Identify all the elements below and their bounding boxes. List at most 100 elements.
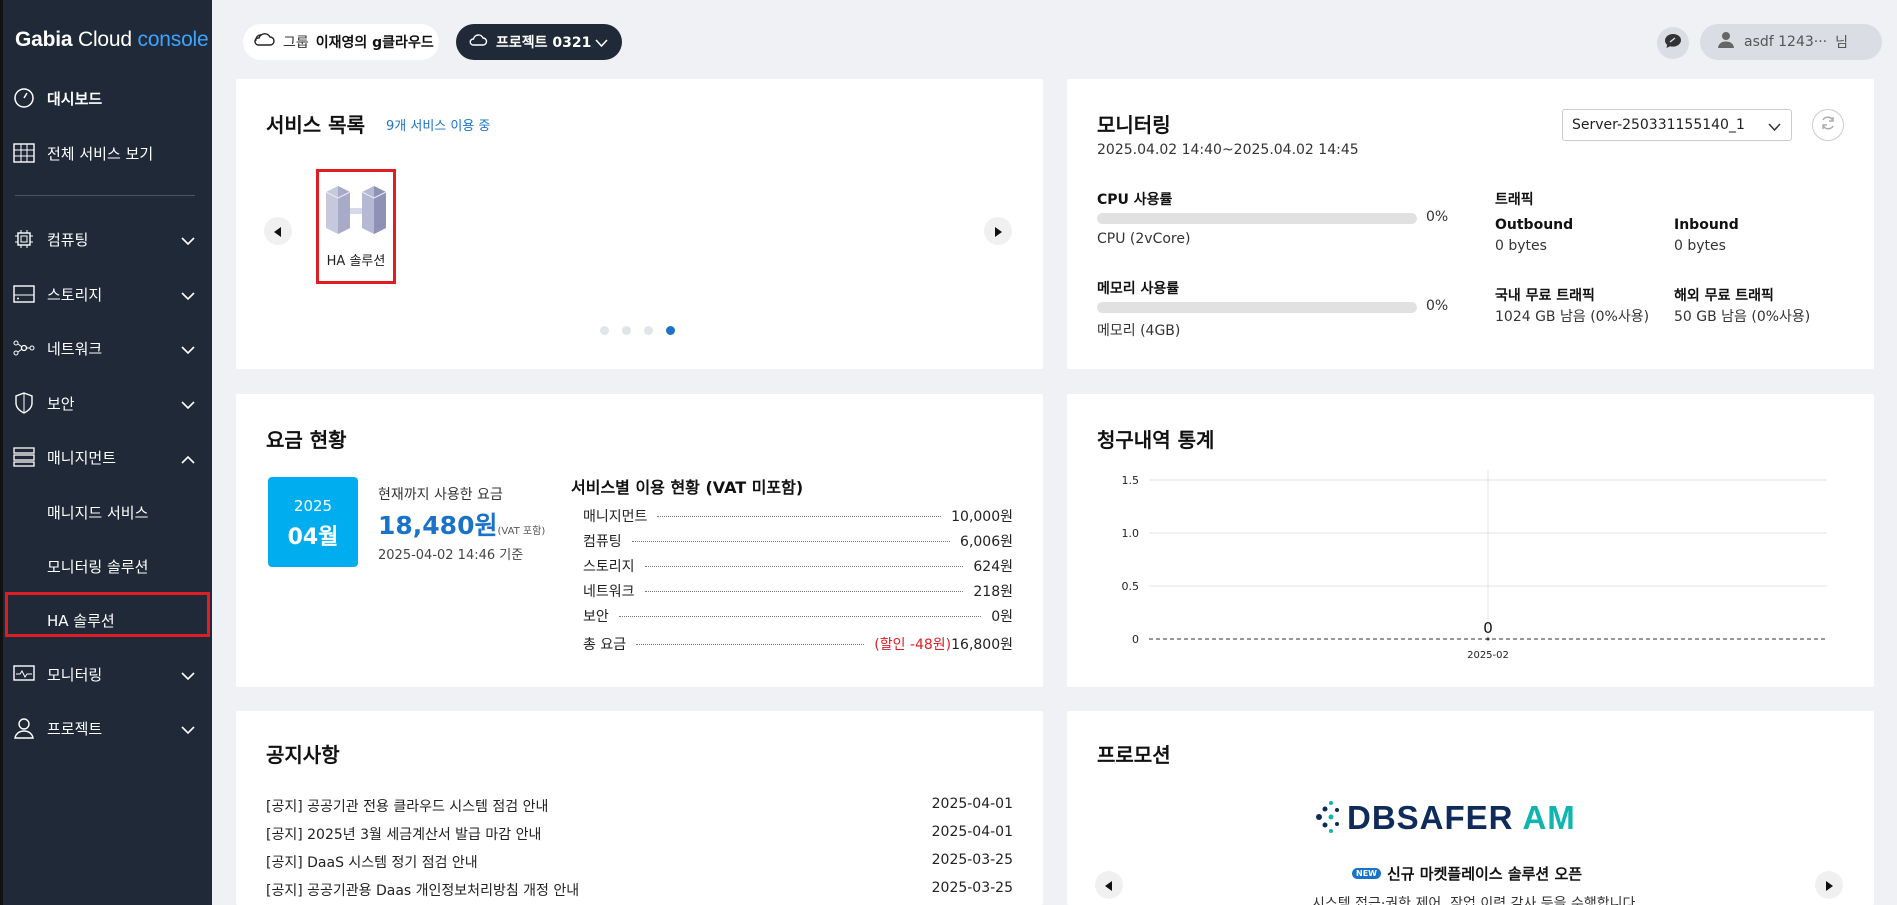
used-fee-amount: 18,480원(VAT 포함) bbox=[378, 506, 545, 542]
promotion-card: 프로모션 DBSAFER AM NEW 신규 마켓플레이스 솔루션 오픈 시스템 … bbox=[1067, 711, 1874, 905]
used-fee-label: 현재까지 사용한 요금 bbox=[378, 487, 503, 503]
notice-text: [공지] 공공기관 전용 클라우드 시스템 점검 안내 bbox=[266, 799, 549, 815]
chevron-down-icon bbox=[181, 396, 195, 414]
carousel-dot[interactable] bbox=[622, 326, 631, 335]
sidebar: Gabia Cloud console 대시보드 전체 서비스 보기 컴퓨팅 스… bbox=[0, 0, 212, 905]
notice-item[interactable]: [공지] 공공기관용 Daas 개인정보처리방침 개정 안내 2025-03-25 bbox=[266, 880, 1013, 900]
sidebar-subitem-managed-service[interactable]: 매니지드 서비스 bbox=[47, 502, 148, 523]
data-point bbox=[1486, 637, 1490, 641]
sidebar-item-label: 대시보드 bbox=[47, 89, 103, 108]
app-logo[interactable]: Gabia Cloud console bbox=[15, 28, 209, 52]
used-fee-value: 18,480원 bbox=[378, 511, 498, 540]
dbsafer-dots-logo-icon bbox=[1313, 797, 1343, 841]
dashboard-icon bbox=[11, 85, 37, 111]
fee-row-value: 218원 bbox=[973, 584, 1013, 600]
fee-row: 네트워크 218원 bbox=[583, 581, 1013, 601]
sidebar-item-dashboard[interactable]: 대시보드 bbox=[11, 78, 211, 118]
service-item-ha-solution[interactable]: HA 솔루션 bbox=[316, 169, 396, 284]
carousel-dot[interactable] bbox=[600, 326, 609, 335]
promo-next-button[interactable] bbox=[1815, 871, 1843, 899]
carousel-dot[interactable] bbox=[644, 326, 653, 335]
promo-brand-logo[interactable]: DBSAFER AM bbox=[1347, 799, 1576, 837]
ha-solution-icon bbox=[322, 178, 392, 244]
vat-note: (VAT 포함) bbox=[497, 526, 546, 537]
sidebar-item-label: 컴퓨팅 bbox=[47, 230, 89, 249]
sidebar-subitem-ha-solution[interactable]: HA 솔루션 bbox=[47, 610, 115, 631]
fee-row: 보안 0원 bbox=[583, 606, 1013, 626]
carousel-dot-active[interactable] bbox=[666, 326, 675, 335]
sidebar-item-network[interactable]: 네트워크 bbox=[11, 328, 211, 368]
logo-gabia: Gabia bbox=[15, 28, 73, 51]
sidebar-item-label: 보안 bbox=[47, 394, 75, 413]
sidebar-item-management[interactable]: 매니지먼트 bbox=[11, 437, 211, 477]
notice-text: [공지] 2025년 3월 세금계산서 발급 마감 안내 bbox=[266, 827, 542, 843]
notices-card: 공지사항 [공지] 공공기관 전용 클라우드 시스템 점검 안내 2025-04-… bbox=[236, 711, 1043, 905]
cloud-icon bbox=[468, 32, 488, 52]
service-count-link[interactable]: 9개 서비스 이용 중 bbox=[386, 115, 490, 134]
sidebar-subitem-monitoring-solution[interactable]: 모니터링 솔루션 bbox=[47, 556, 148, 577]
sidebar-item-all-services[interactable]: 전체 서비스 보기 bbox=[11, 133, 211, 173]
y-tick-label: 0.5 bbox=[1122, 580, 1140, 593]
new-badge: NEW bbox=[1352, 868, 1381, 879]
billing-as-of: 2025-04-02 14:46 기준 bbox=[378, 548, 524, 563]
chat-button[interactable] bbox=[1657, 27, 1689, 59]
notice-item[interactable]: [공지] 공공기관 전용 클라우드 시스템 점검 안내 2025-04-01 bbox=[266, 796, 1013, 816]
fee-total-row: 총 요금 (할인 -48원) 16,800원 bbox=[583, 634, 1013, 654]
chevron-down-icon bbox=[181, 667, 195, 685]
group-value: 이재영의 g클라우드 bbox=[315, 35, 434, 51]
x-tick-label: 2025-02 bbox=[1467, 650, 1509, 661]
chevron-down-icon bbox=[595, 36, 608, 52]
project-selector[interactable]: 프로젝트 0321 bbox=[456, 24, 622, 60]
arrow-left-icon bbox=[1105, 876, 1113, 895]
outbound-label: Outbound bbox=[1495, 217, 1574, 233]
promo-brand-db: DBSAFER bbox=[1347, 799, 1514, 836]
carousel-next-button[interactable] bbox=[984, 217, 1012, 245]
refresh-button[interactable] bbox=[1812, 109, 1844, 141]
cpu-spec: CPU (2vCore) bbox=[1097, 231, 1191, 247]
cloud-group-icon bbox=[253, 31, 275, 53]
fee-row-name: 매니지먼트 bbox=[583, 509, 648, 525]
promo-description: 시스템 접근·권한 제어, 작업 이력 감사 등을 수행합니다. bbox=[1312, 896, 1640, 905]
notice-item[interactable]: [공지] DaaS 시스템 정기 점검 안내 2025-03-25 bbox=[266, 852, 1013, 872]
arrow-left-icon bbox=[274, 222, 282, 241]
billing-month-badge: 2025 04월 bbox=[268, 477, 358, 567]
traffic-label: 트래픽 bbox=[1495, 192, 1534, 208]
server-select[interactable]: Server-250331155140_1 bbox=[1562, 109, 1792, 141]
fee-row-value: 0원 bbox=[991, 609, 1013, 625]
memory-usage-bar bbox=[1097, 302, 1417, 313]
sidebar-item-label: 프로젝트 bbox=[47, 719, 103, 738]
inbound-label: Inbound bbox=[1674, 217, 1739, 233]
fee-row-name: 컴퓨팅 bbox=[583, 534, 622, 550]
notice-item[interactable]: [공지] 2025년 3월 세금계산서 발급 마감 안내 2025-04-01 bbox=[266, 824, 1013, 844]
sidebar-item-computing[interactable]: 컴퓨팅 bbox=[11, 219, 211, 259]
sidebar-item-security[interactable]: 보안 bbox=[11, 383, 211, 423]
memory-usage-label: 메모리 사용률 bbox=[1097, 281, 1180, 297]
sidebar-item-label: 네트워크 bbox=[47, 339, 103, 358]
notice-date: 2025-03-25 bbox=[931, 852, 1013, 868]
user-icon bbox=[1718, 31, 1734, 53]
storage-icon bbox=[11, 281, 37, 307]
fee-row-value: 624원 bbox=[973, 559, 1013, 575]
monitoring-card: 모니터링 2025.04.02 14:40~2025.04.02 14:45 S… bbox=[1067, 79, 1874, 369]
sidebar-item-monitoring[interactable]: 모니터링 bbox=[11, 654, 211, 694]
user-menu[interactable]: asdf 1243··· 님 bbox=[1700, 24, 1882, 60]
monitor-icon bbox=[11, 661, 37, 687]
grid-icon bbox=[11, 140, 37, 166]
fee-row-name: 보안 bbox=[583, 609, 609, 625]
group-selector[interactable]: 그룹 이재영의 g클라우드 bbox=[243, 24, 439, 60]
y-tick-label: 1.0 bbox=[1122, 527, 1140, 540]
refresh-icon bbox=[1820, 115, 1836, 135]
carousel-prev-button[interactable] bbox=[264, 217, 292, 245]
monitoring-time-range: 2025.04.02 14:40~2025.04.02 14:45 bbox=[1097, 142, 1359, 158]
promo-prev-button[interactable] bbox=[1095, 871, 1123, 899]
sidebar-item-storage[interactable]: 스토리지 bbox=[11, 274, 211, 314]
billing-month: 04월 bbox=[287, 525, 339, 550]
cpu-usage-label: CPU 사용률 bbox=[1097, 192, 1173, 208]
notice-text: [공지] 공공기관용 Daas 개인정보처리방침 개정 안내 bbox=[266, 883, 580, 899]
user-name: asdf 1243··· bbox=[1744, 34, 1828, 50]
network-icon bbox=[11, 335, 37, 361]
chevron-down-icon bbox=[181, 287, 195, 305]
inbound-value: 0 bytes bbox=[1674, 238, 1726, 254]
billing-stats-card: 청구내역 통계 1.5 1.0 0.5 0 2025-02 0 bbox=[1067, 394, 1874, 687]
sidebar-item-project[interactable]: 프로젝트 bbox=[11, 708, 211, 748]
